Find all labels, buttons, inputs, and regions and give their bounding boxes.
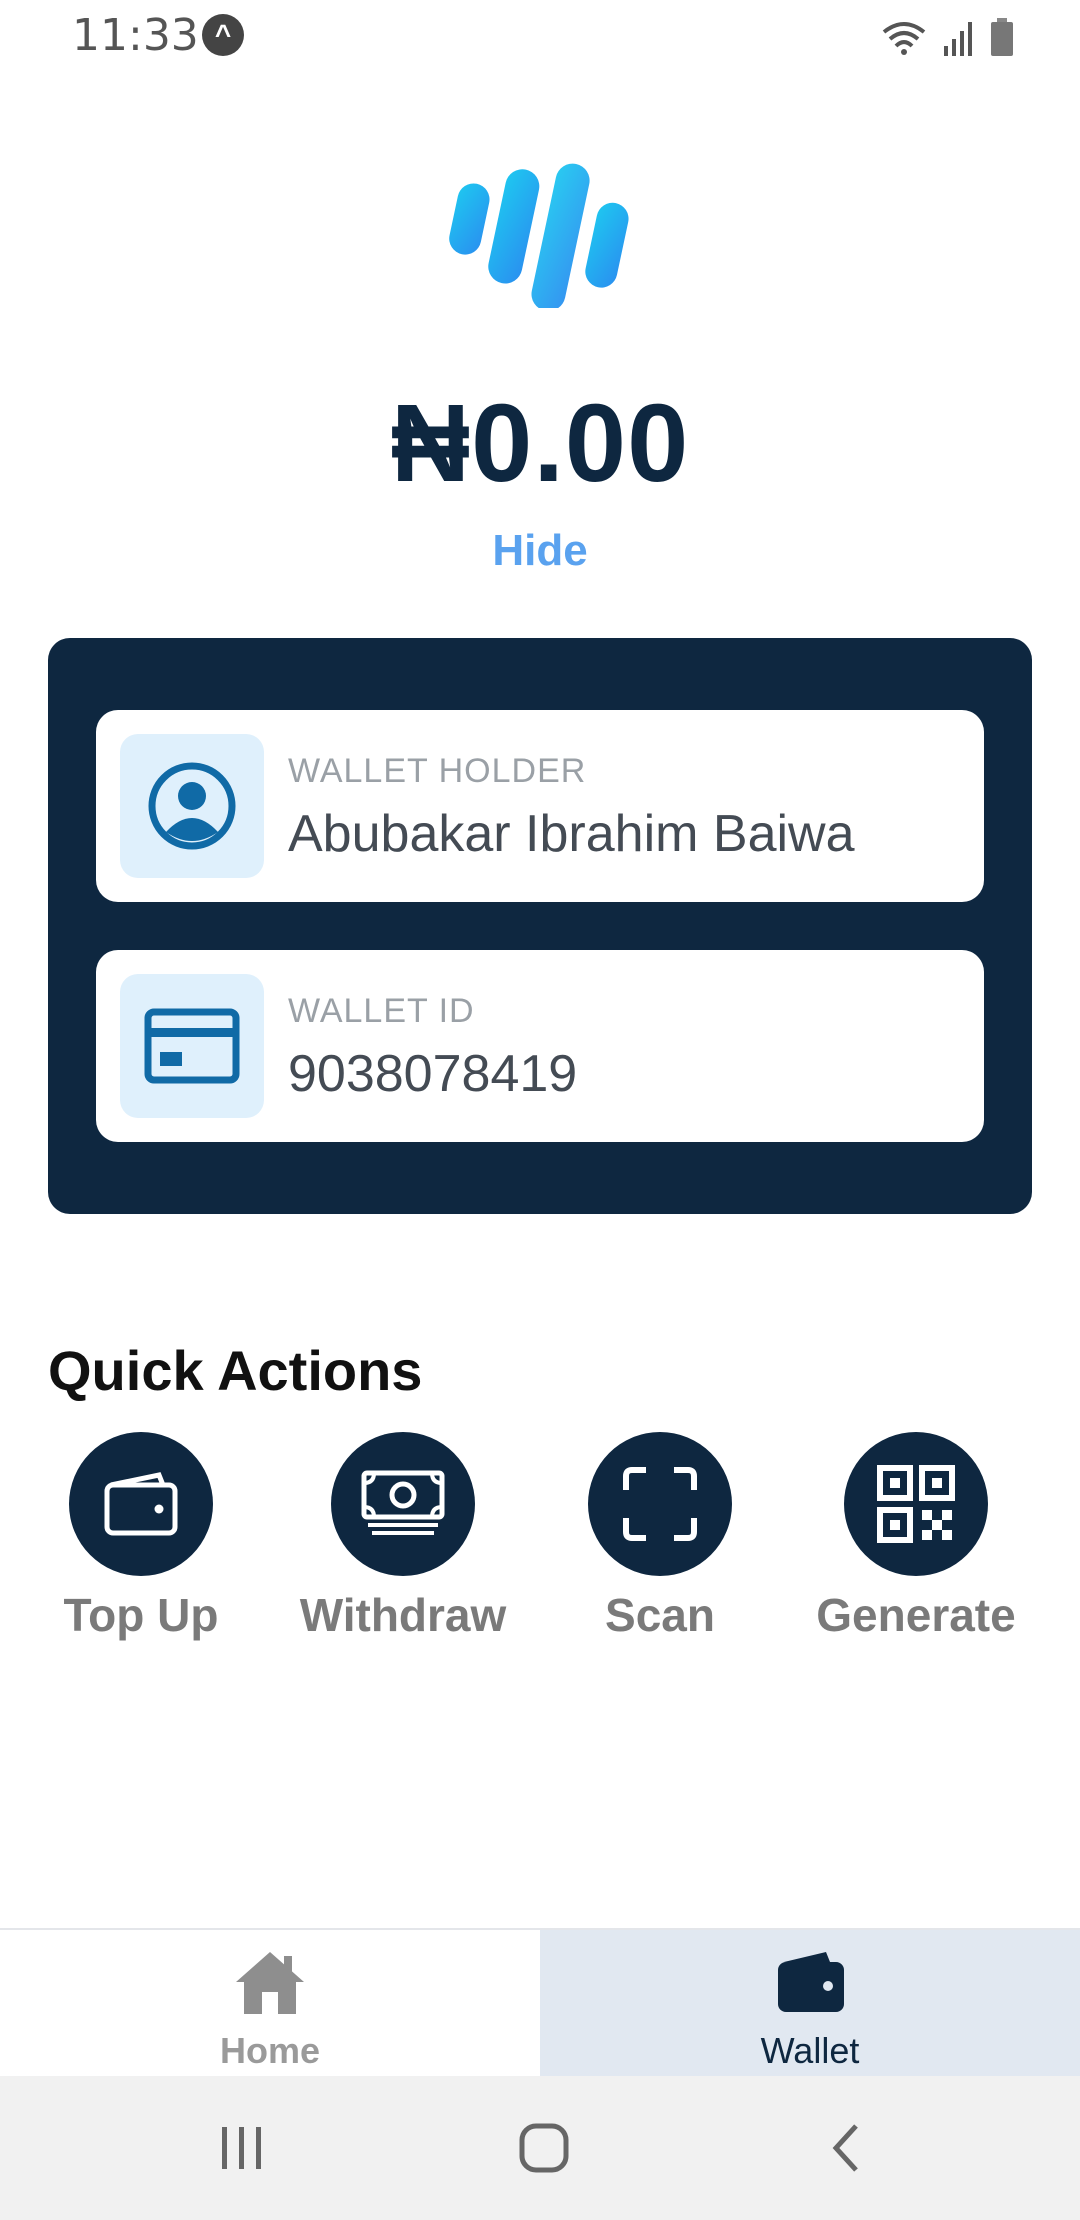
wallet-holder-label: WALLET HOLDER (288, 752, 587, 790)
wallet-icon (104, 1472, 178, 1536)
wallet-id-value: 9038078419 (288, 1045, 578, 1103)
wallet-id-label: WALLET ID (288, 992, 475, 1030)
status-bar: 11:33 ^ (0, 0, 1080, 72)
credit-card-icon (144, 1008, 240, 1084)
back-button[interactable] (806, 2116, 886, 2180)
scan-button[interactable]: Scan (530, 1432, 790, 1642)
home-system-button[interactable] (504, 2116, 584, 2180)
nav-label-wallet: Wallet (760, 2030, 860, 2071)
scan-icon (623, 1467, 697, 1541)
nav-tab-home[interactable]: Home (0, 1930, 540, 2078)
withdraw-label: Withdraw (299, 1589, 507, 1641)
recent-apps-icon (222, 2127, 261, 2169)
system-navigation-bar (0, 2076, 1080, 2220)
cash-icon (361, 1470, 445, 1535)
generate-icon-circle (844, 1432, 988, 1576)
wallet-holder-name: Abubakar Ibrahim Baiwa (288, 805, 855, 863)
app-logo (449, 163, 629, 308)
wallet-info-panel: WALLET HOLDER Abubakar Ibrahim Baiwa WAL… (48, 638, 1032, 1214)
top-up-label: Top Up (63, 1589, 219, 1641)
app-notification-icon: ^ (202, 14, 244, 56)
status-icons (880, 16, 1014, 56)
user-circle-icon (148, 762, 236, 850)
battery-icon (991, 18, 1013, 56)
generate-label: Generate (816, 1589, 1016, 1641)
nav-tab-wallet[interactable]: Wallet (540, 1930, 1080, 2078)
withdraw-button[interactable]: Withdraw (273, 1432, 533, 1642)
generate-button[interactable]: Generate (786, 1432, 1046, 1642)
wallet-holder-card: WALLET HOLDER Abubakar Ibrahim Baiwa (96, 710, 984, 902)
scan-label: Scan (605, 1589, 715, 1641)
withdraw-icon-circle (331, 1432, 475, 1576)
user-avatar-icon-box (120, 734, 264, 878)
signal-icon (944, 22, 972, 56)
back-chevron-icon (832, 2124, 858, 2172)
recent-apps-button[interactable] (202, 2116, 282, 2180)
home-circle-icon (519, 2123, 569, 2173)
scan-icon-circle (588, 1432, 732, 1576)
top-up-button[interactable]: Top Up (11, 1432, 271, 1642)
card-icon-box (120, 974, 264, 1118)
wallet-id-card: WALLET ID 9038078419 (96, 950, 984, 1142)
hide-balance-button[interactable]: Hide (0, 526, 1080, 576)
bottom-navigation: Home Wallet (0, 1928, 1080, 2078)
qr-code-icon (877, 1465, 955, 1543)
balance-amount: ₦0.00 (390, 382, 690, 505)
wifi-icon (882, 22, 926, 55)
quick-actions-title: Quick Actions (48, 1339, 423, 1402)
top-up-icon-circle (69, 1432, 213, 1576)
status-time: 11:33 (72, 10, 199, 61)
wallet-icon (778, 1952, 844, 2012)
home-icon (236, 1952, 304, 2014)
nav-label-home: Home (219, 2030, 321, 2071)
